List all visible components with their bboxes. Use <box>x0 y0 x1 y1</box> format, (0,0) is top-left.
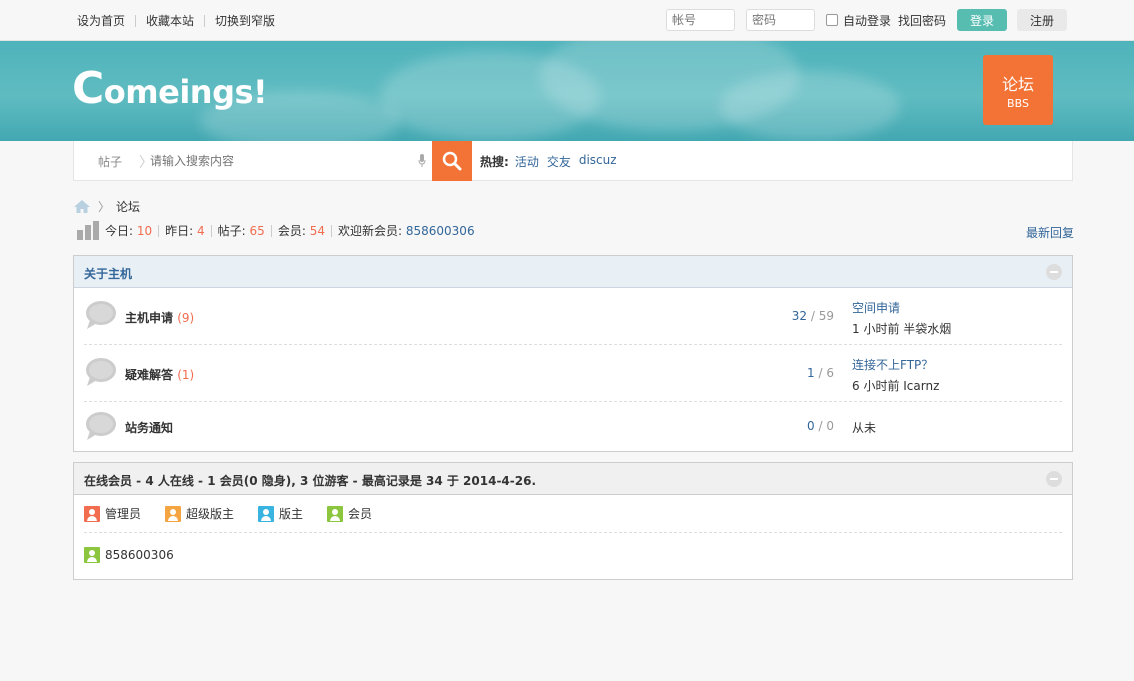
divider <box>158 224 160 237</box>
switch-narrow-link[interactable]: 切换到窄版 <box>215 12 275 29</box>
divider <box>210 224 212 237</box>
new-member-link[interactable]: 858600306 <box>406 224 475 238</box>
forum-last-post: 连接不上FTP？ 6 小时前 Icarnz <box>852 356 939 394</box>
member-legend: 管理员 超级版主 版主 会员 <box>84 495 1062 533</box>
posts-count: 65 <box>249 223 265 238</box>
collapse-icon[interactable] <box>1046 471 1062 487</box>
last-post-meta: 从未 <box>852 421 877 435</box>
search-icon <box>442 151 462 171</box>
legend-member: 会员 <box>327 505 372 522</box>
forum-bubble-icon <box>86 301 116 329</box>
last-post-title[interactable]: 空间申请 <box>852 299 951 316</box>
auto-login-checkbox[interactable] <box>825 14 838 26</box>
today-label: 今日: <box>105 224 134 238</box>
divider <box>270 224 272 237</box>
today-count: 10 <box>136 223 153 238</box>
online-user-list: 858600306 <box>84 533 1062 577</box>
bbs-subtitle: BBS <box>1007 97 1029 110</box>
search-input[interactable] <box>150 150 420 172</box>
top-bar: 设为首页 收藏本站 切换到窄版 自动登录 找回密码 登录 注册 <box>0 0 1134 41</box>
microphone-icon[interactable] <box>418 154 426 168</box>
site-logo[interactable]: Comeings! <box>72 63 268 114</box>
hot-keyword[interactable]: 活动 <box>515 153 539 170</box>
members-count: 54 <box>309 223 325 238</box>
bbs-title: 论坛 <box>1001 75 1034 94</box>
breadcrumb-separator: 〉 <box>98 200 111 214</box>
password-input[interactable] <box>745 9 815 31</box>
forum-row: 站务通知 0 / 0 从未 <box>84 402 1062 450</box>
last-post-title[interactable]: 连接不上FTP？ <box>852 356 939 373</box>
welcome-label: 欢迎新会员: <box>337 224 403 238</box>
forum-row: 主机申请 (9) 32 / 59 空间申请 1 小时前 半袋水烟 <box>84 288 1062 345</box>
forum-row: 疑难解答 (1) 1 / 6 连接不上FTP？ 6 小时前 Icarnz <box>84 345 1062 402</box>
auto-login-label: 自动登录 <box>842 13 891 28</box>
login-button[interactable]: 登录 <box>957 9 1007 31</box>
latest-reply-link[interactable]: 最新回复 <box>1026 224 1074 241</box>
posts-label: 帖子: <box>217 224 246 238</box>
forum-name[interactable]: 主机申请 (9) <box>125 309 194 326</box>
find-password-link[interactable]: 找回密码 <box>898 12 946 29</box>
user-icon <box>84 547 100 563</box>
bookmark-site-link[interactable]: 收藏本站 <box>146 12 194 29</box>
hot-keyword[interactable]: 交友 <box>547 153 571 170</box>
forum-name[interactable]: 站务通知 <box>125 419 173 436</box>
collapse-icon[interactable] <box>1046 264 1062 280</box>
user-icon <box>258 505 275 522</box>
forum-stats: 今日: 10 昨日: 4 帖子: 65 会员: 54 欢迎新会员: 858600… <box>77 221 475 240</box>
online-title[interactable]: 在线会员 - 4 人在线 - 1 会员(0 隐身), 3 位游客 - 最高记录是… <box>84 472 536 489</box>
forum-bubble-icon <box>86 358 116 386</box>
hot-keyword[interactable]: discuz <box>579 153 617 170</box>
forum-counts: 32 / 59 <box>791 309 834 323</box>
yesterday-count: 4 <box>197 223 205 238</box>
user-icon <box>327 505 344 522</box>
divider <box>330 224 332 237</box>
legend-super-moderator: 超级版主 <box>165 505 234 522</box>
register-button[interactable]: 注册 <box>1017 9 1067 31</box>
divider <box>135 14 137 27</box>
forum-counts: 1 / 6 <box>807 366 834 380</box>
yesterday-label: 昨日: <box>165 224 194 238</box>
bbs-nav-button[interactable]: 论坛 BBS <box>983 55 1053 125</box>
last-post-meta: 1 小时前 半袋水烟 <box>852 322 952 336</box>
legend-admin: 管理员 <box>84 505 141 522</box>
search-bar: 帖子 〉 热搜: 活动 交友 discuz <box>73 141 1073 181</box>
home-icon[interactable] <box>74 200 90 213</box>
set-homepage-link[interactable]: 设为首页 <box>77 12 125 29</box>
members-label: 会员: <box>277 224 306 238</box>
online-members-box: 在线会员 - 4 人在线 - 1 会员(0 隐身), 3 位游客 - 最高记录是… <box>73 462 1073 580</box>
header-banner: Comeings! 论坛 BBS <box>0 41 1134 141</box>
divider <box>204 14 206 27</box>
hot-search-label: 热搜: <box>480 155 509 169</box>
forum-bubble-icon <box>86 412 116 440</box>
cloud-decoration <box>720 71 900 141</box>
user-icon <box>84 505 100 522</box>
hot-search: 热搜: 活动 交友 discuz <box>480 153 625 170</box>
legend-moderator: 版主 <box>258 505 303 522</box>
user-icon <box>165 505 182 522</box>
search-button[interactable] <box>432 141 472 181</box>
forum-name[interactable]: 疑难解答 (1) <box>125 366 194 383</box>
category-title[interactable]: 关于主机 <box>84 265 132 282</box>
top-links: 设为首页 收藏本站 切换到窄版 <box>77 12 275 29</box>
online-header: 在线会员 - 4 人在线 - 1 会员(0 隐身), 3 位游客 - 最高记录是… <box>74 463 1072 495</box>
breadcrumb: 〉 论坛 <box>74 198 140 215</box>
forum-counts: 0 / 0 <box>807 419 834 433</box>
login-form: 自动登录 找回密码 登录 注册 <box>665 9 1067 31</box>
category-header: 关于主机 <box>74 256 1072 288</box>
category-box: 关于主机 主机申请 (9) 32 / 59 空间申请 1 小时前 半袋水烟 疑难… <box>73 255 1073 452</box>
forum-last-post: 从未 <box>852 419 876 436</box>
search-type-select[interactable]: 帖子 <box>98 153 122 170</box>
last-post-meta: 6 小时前 Icarnz <box>852 379 940 393</box>
username-input[interactable] <box>665 9 735 31</box>
online-user[interactable]: 858600306 <box>84 547 174 563</box>
breadcrumb-current[interactable]: 论坛 <box>116 198 140 215</box>
forum-last-post: 空间申请 1 小时前 半袋水烟 <box>852 299 951 337</box>
stats-chart-icon <box>77 221 99 240</box>
